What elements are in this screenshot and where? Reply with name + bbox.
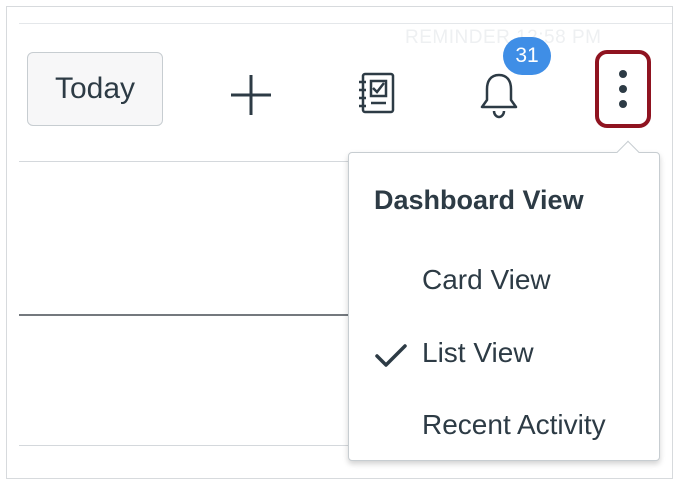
- plus-icon: [231, 75, 271, 115]
- add-button[interactable]: [221, 65, 281, 125]
- menu-panel: Dashboard View Card View List View Recen…: [348, 152, 660, 461]
- content-divider: [19, 314, 349, 316]
- menu-item-label: List View: [422, 337, 534, 368]
- content-divider: [19, 445, 349, 446]
- notes-button[interactable]: [347, 63, 407, 123]
- today-button[interactable]: Today: [27, 52, 163, 126]
- menu-item-card-view[interactable]: Card View: [349, 250, 659, 310]
- notification-count-badge: 31: [503, 37, 551, 75]
- notebook-check-icon: [359, 72, 395, 114]
- vertical-ellipsis-icon: [619, 70, 627, 108]
- dashboard-view-menu: Dashboard View Card View List View Recen…: [348, 140, 660, 461]
- bell-icon: [480, 73, 518, 119]
- menu-heading: Dashboard View: [374, 185, 584, 215]
- faded-reminder-text: REMINDER 12:58 PM: [405, 27, 602, 48]
- menu-item-recent-activity[interactable]: Recent Activity: [349, 395, 659, 455]
- menu-item-label: Card View: [422, 264, 551, 295]
- top-divider: [19, 23, 672, 24]
- menu-item-label: Recent Activity: [422, 409, 606, 440]
- dashboard-options-button[interactable]: [595, 50, 651, 128]
- menu-item-list-view[interactable]: List View: [349, 323, 659, 383]
- content-divider: [19, 161, 349, 162]
- dashboard-frame: REMINDER 12:58 PM Today 31 Dashboard Vie…: [6, 6, 673, 479]
- checkmark-icon: [374, 343, 408, 374]
